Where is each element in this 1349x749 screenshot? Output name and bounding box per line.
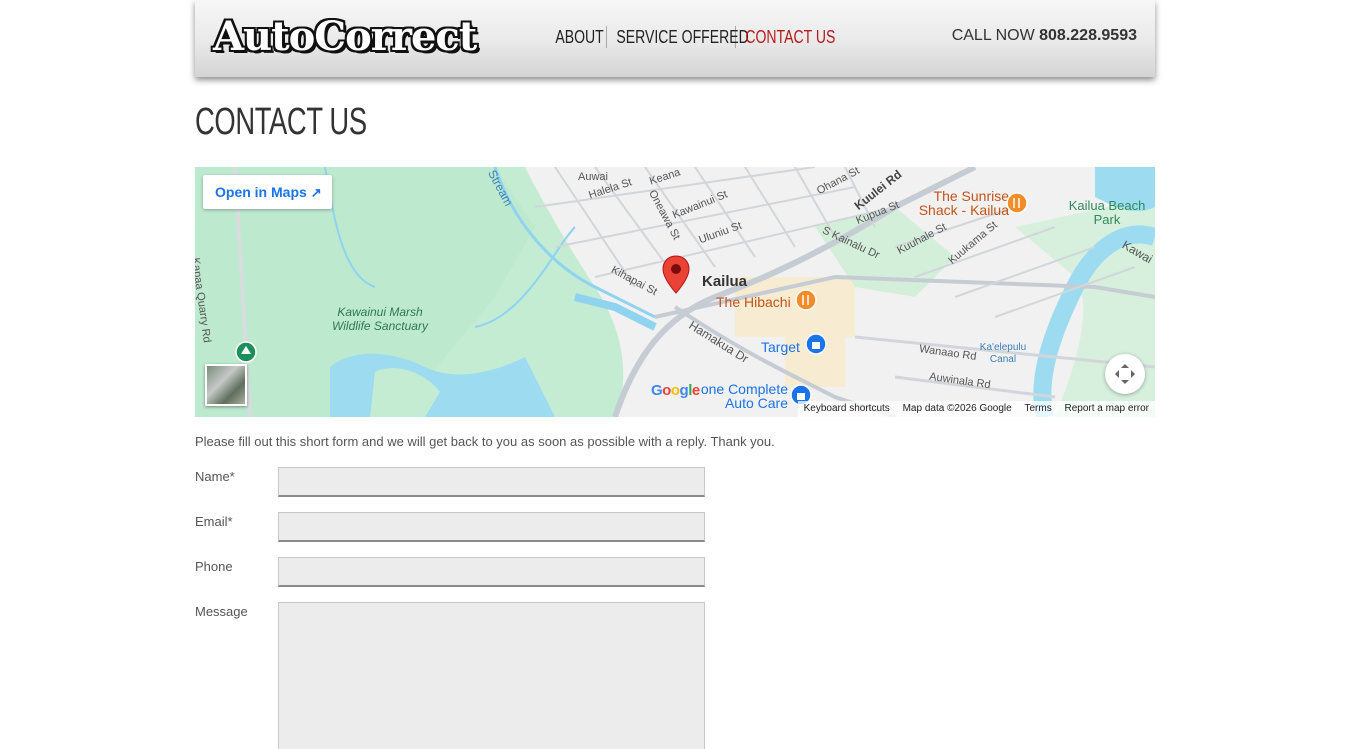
name-field[interactable] [278, 467, 705, 497]
form-intro-text: Please fill out this short form and we w… [195, 434, 775, 449]
call-now: CALL NOW 808.228.9593 [952, 27, 1137, 45]
phone-field[interactable] [278, 557, 705, 587]
message-textarea[interactable] [278, 602, 705, 749]
map-attribution: Keyboard shortcuts Map data ©2026 Google… [797, 401, 1155, 417]
message-label: Message [195, 604, 248, 619]
map-data-text: Map data ©2026 Google [902, 403, 1012, 414]
poi-label-auto-care[interactable]: one Complete Auto Care [698, 382, 788, 410]
email-field[interactable] [278, 512, 705, 542]
nav-item-contact-us[interactable]: CONTACT US [736, 24, 835, 50]
external-link-icon: ↗ [310, 185, 322, 200]
canal-label: Ka'elepulu Canal [979, 342, 1027, 365]
beach-park-label: Kailua Beach Park [1068, 198, 1146, 227]
embedded-map[interactable]: Open in Maps ↗ Auwai Halela St Keana Kawa… [195, 167, 1155, 417]
nav-item-service-offered[interactable]: SERVICE OFFERED [607, 24, 748, 50]
street-label: Auwai [578, 171, 608, 183]
park-marker-icon[interactable] [235, 341, 257, 363]
site-logo[interactable]: AutoCorrect [213, 12, 477, 62]
main-nav: ABOUT SERVICE OFFERED CONTACT US [546, 24, 835, 50]
keyboard-shortcuts-link[interactable]: Keyboard shortcuts [804, 403, 890, 414]
google-logo: Google [651, 382, 700, 399]
satellite-view-toggle[interactable] [205, 364, 247, 406]
open-in-maps-button[interactable]: Open in Maps ↗ [203, 175, 332, 209]
report-map-error-link[interactable]: Report a map error [1065, 403, 1149, 414]
email-label: Email* [195, 514, 233, 529]
open-in-maps-label: Open in Maps [215, 184, 307, 200]
poi-label-hibachi[interactable]: The Hibachi [716, 294, 791, 310]
nav-item-about[interactable]: ABOUT [546, 24, 603, 50]
move-arrows-icon [1115, 364, 1135, 384]
sanctuary-label: Kawainui Marsh Wildlife Sanctuary [332, 305, 428, 333]
shopping-marker-icon[interactable] [805, 333, 827, 357]
location-pin-icon[interactable] [662, 255, 690, 295]
site-header: AutoCorrect ABOUT SERVICE OFFERED CONTAC… [195, 0, 1155, 77]
restaurant-marker-icon[interactable] [795, 289, 817, 313]
call-now-label: CALL NOW [951, 27, 1035, 44]
restaurant-marker-icon[interactable] [1006, 192, 1028, 216]
page-title: CONTACT US [195, 101, 367, 143]
phone-label: Phone [195, 559, 233, 574]
name-label: Name* [195, 469, 235, 484]
poi-label-sunrise-shack[interactable]: The Sunrise Shack - Kailua [913, 189, 1009, 217]
terms-link[interactable]: Terms [1025, 403, 1052, 414]
phone-number[interactable]: 808.228.9593 [1039, 27, 1137, 44]
town-label: Kailua [702, 273, 748, 290]
map-camera-control-button[interactable] [1105, 354, 1145, 394]
poi-label-target[interactable]: Target [761, 339, 800, 355]
